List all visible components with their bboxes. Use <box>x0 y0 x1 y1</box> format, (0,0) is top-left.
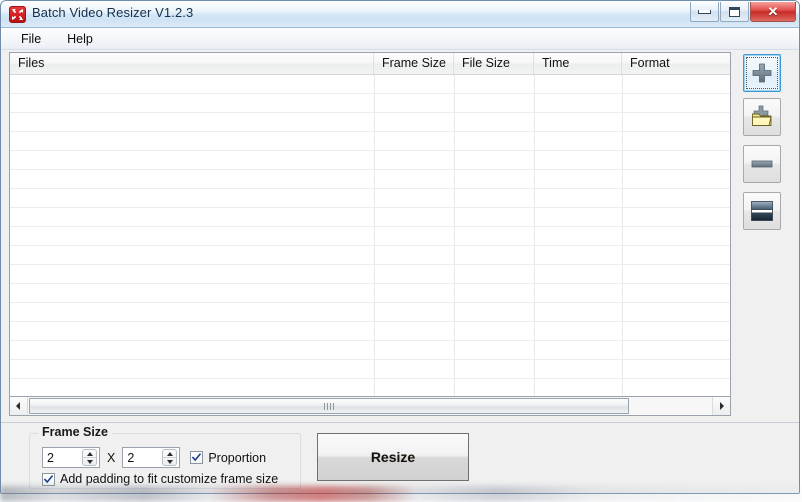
file-list-view[interactable]: Files Frame Size File Size Time Format <box>9 52 731 397</box>
horizontal-scrollbar[interactable] <box>9 397 731 416</box>
add-folder-button[interactable] <box>743 98 781 136</box>
checkbox-checked-icon <box>190 451 204 464</box>
close-icon: ✕ <box>767 4 779 19</box>
title-bar[interactable]: Batch Video Resizer V1.2.3 ✕ <box>1 1 799 28</box>
bottom-panel: Frame Size X <box>1 422 799 493</box>
column-divider <box>622 75 623 396</box>
file-list-body[interactable] <box>10 75 730 396</box>
remove-file-button[interactable] <box>743 145 781 183</box>
frame-width-input[interactable] <box>43 449 85 466</box>
add-file-button[interactable] <box>743 54 781 92</box>
clear-list-button[interactable] <box>743 192 781 230</box>
frame-width-decrement[interactable] <box>83 458 96 465</box>
close-button[interactable]: ✕ <box>750 2 796 22</box>
minimize-icon <box>698 9 711 14</box>
scroll-right-button[interactable] <box>712 397 730 415</box>
column-header-file-size[interactable]: File Size <box>454 53 534 74</box>
dimension-separator: X <box>107 450 116 465</box>
column-divider <box>374 75 375 396</box>
frame-height-increment[interactable] <box>163 450 177 458</box>
grip-lines-icon <box>324 402 334 410</box>
application-window: Batch Video Resizer V1.2.3 ✕ File Help F… <box>0 0 800 494</box>
minimize-button[interactable] <box>690 2 719 22</box>
menu-bar: File Help <box>1 28 799 50</box>
add-padding-checkbox[interactable]: Add padding to fit customize frame size <box>42 472 278 486</box>
resize-arrows-icon <box>9 6 26 23</box>
column-header-format[interactable]: Format <box>622 53 730 74</box>
resize-button[interactable]: Resize <box>317 433 469 481</box>
folder-plus-icon <box>752 105 772 126</box>
backdrop-blur-bottom <box>0 486 802 502</box>
column-header-files[interactable]: Files <box>10 53 374 74</box>
side-toolbar <box>743 54 783 236</box>
triangle-down-icon <box>166 459 173 464</box>
frame-height-spin-buttons[interactable] <box>162 449 178 466</box>
frame-height-input[interactable] <box>123 449 166 466</box>
frame-width-increment[interactable] <box>83 450 96 458</box>
frame-size-group: Frame Size X <box>29 425 301 489</box>
frame-size-row: X Proportion <box>42 447 266 468</box>
frame-height-stepper[interactable] <box>122 447 181 468</box>
menu-file[interactable]: File <box>11 30 51 48</box>
frame-height-decrement[interactable] <box>163 458 176 465</box>
window-controls: ✕ <box>690 2 796 22</box>
scrollbar-track[interactable] <box>28 397 712 415</box>
maximize-icon <box>729 6 740 17</box>
scroll-left-button[interactable] <box>10 397 28 415</box>
proportion-label: Proportion <box>208 450 267 465</box>
frame-width-spin-buttons[interactable] <box>82 449 97 466</box>
add-padding-label: Add padding to fit customize frame size <box>60 472 279 486</box>
triangle-down-icon <box>86 459 93 464</box>
scrollbar-thumb[interactable] <box>29 398 629 414</box>
frame-width-stepper[interactable] <box>42 447 100 468</box>
window-title: Batch Video Resizer V1.2.3 <box>32 5 194 20</box>
column-divider <box>454 75 455 396</box>
column-header-frame-size[interactable]: Frame Size <box>374 53 454 74</box>
chevron-right-icon <box>720 402 724 410</box>
column-divider <box>534 75 535 396</box>
maximize-button[interactable] <box>720 2 749 22</box>
client-area: Files Frame Size File Size Time Format F… <box>1 50 799 493</box>
minus-icon <box>751 160 773 168</box>
checkbox-checked-icon <box>42 472 55 486</box>
triangle-up-icon <box>86 451 93 456</box>
padding-row: Add padding to fit customize frame size <box>42 472 278 486</box>
menu-help[interactable]: Help <box>57 30 103 48</box>
column-header-time[interactable]: Time <box>534 53 622 74</box>
plus-icon <box>752 63 772 83</box>
clear-list-icon <box>751 201 773 221</box>
triangle-up-icon <box>166 451 173 456</box>
frame-size-legend: Frame Size <box>38 425 113 439</box>
desktop-background: Batch Video Resizer V1.2.3 ✕ File Help F… <box>0 0 802 502</box>
chevron-left-icon <box>16 402 20 410</box>
file-list-header: Files Frame Size File Size Time Format <box>10 53 730 75</box>
proportion-checkbox[interactable]: Proportion <box>190 451 266 465</box>
